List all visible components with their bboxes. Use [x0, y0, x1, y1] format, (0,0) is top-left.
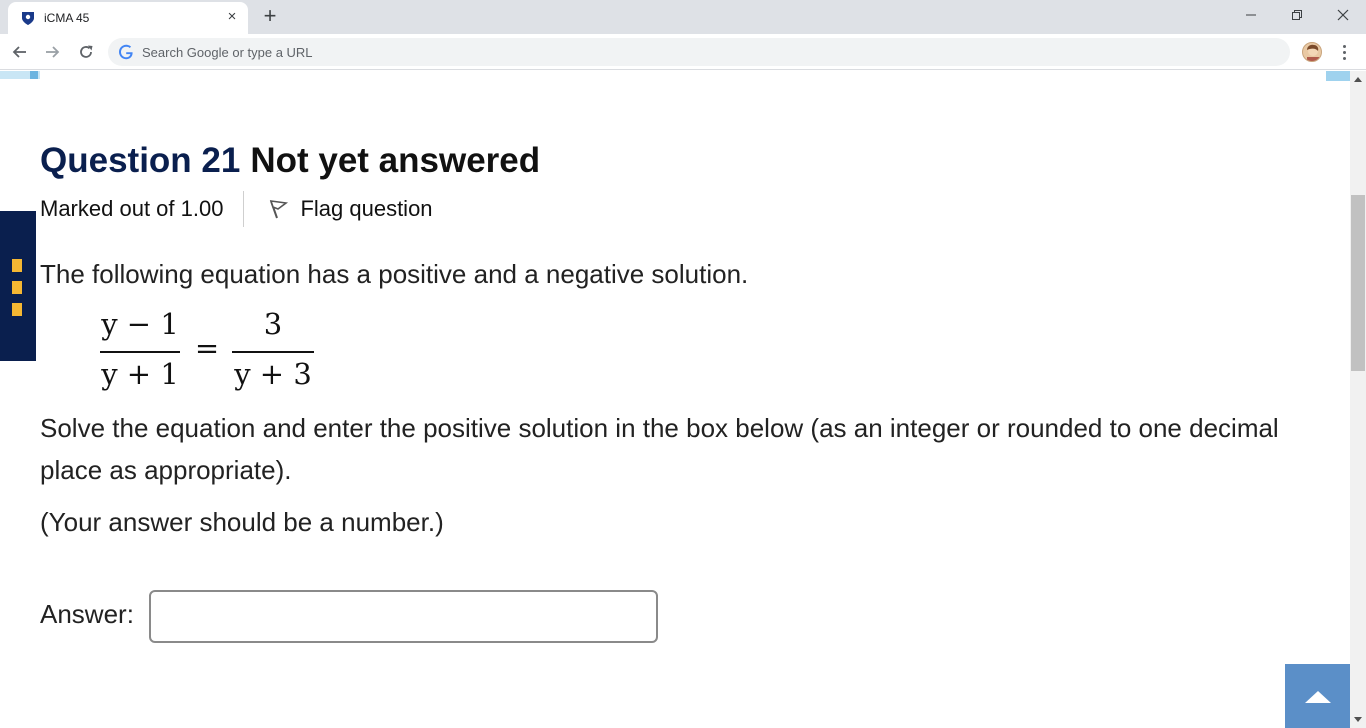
nav-marker-icon — [12, 259, 22, 272]
reload-icon — [80, 45, 93, 58]
question-number: Question 21 — [40, 141, 241, 180]
marked-out-of: Marked out of 1.00 — [40, 196, 224, 221]
forward-button[interactable] — [40, 40, 64, 64]
page-scrollbar[interactable] — [1350, 71, 1366, 728]
browser-tab[interactable]: iCMA 45 × — [8, 2, 248, 34]
question-instruction: Solve the equation and enter the positiv… — [40, 413, 1279, 485]
equals-sign: = — [194, 331, 220, 365]
top-accent-right — [1326, 71, 1350, 81]
chevron-up-icon — [1304, 691, 1331, 703]
left-fraction: y − 1 y + 1 — [100, 307, 180, 397]
address-bar[interactable]: Search Google or type a URL — [108, 38, 1290, 66]
flag-icon[interactable] — [266, 197, 290, 221]
answer-label: Answer: — [40, 599, 134, 629]
forward-arrow-icon — [46, 46, 60, 58]
new-tab-button[interactable]: + — [258, 4, 282, 28]
reload-button[interactable] — [74, 40, 98, 64]
answer-input[interactable] — [149, 590, 658, 643]
meta-divider — [243, 191, 245, 227]
right-denominator: y + 3 — [234, 357, 312, 391]
avatar-face-icon — [1307, 44, 1319, 61]
quiz-navigation-toggle[interactable] — [0, 211, 36, 361]
question-status: Not yet answered — [250, 141, 541, 180]
nav-marker-icon — [12, 303, 22, 316]
left-denominator: y + 1 — [101, 357, 179, 391]
back-arrow-icon — [12, 46, 26, 58]
question-heading: Question 21 Not yet answered — [40, 141, 540, 181]
nav-marker-icon — [12, 281, 22, 294]
question-note: (Your answer should be a number.) — [40, 507, 444, 537]
window-close-icon — [1337, 9, 1349, 21]
fraction-bar — [232, 351, 314, 353]
page-content: Question 21 Not yet answered Marked out o… — [0, 71, 1350, 728]
minimize-icon — [1246, 14, 1256, 16]
scrollbar-thumb[interactable] — [1351, 195, 1365, 371]
question-intro: The following equation has a positive an… — [40, 259, 749, 289]
kebab-menu-icon[interactable] — [1336, 40, 1352, 64]
shield-icon — [22, 12, 34, 25]
flag-question-link[interactable]: Flag question — [300, 196, 432, 222]
omnibox-placeholder: Search Google or type a URL — [142, 45, 313, 60]
window-close-button[interactable] — [1320, 0, 1366, 30]
back-to-top-button[interactable] — [1285, 664, 1350, 728]
fraction-bar — [100, 351, 180, 353]
google-g-icon — [119, 44, 133, 60]
restore-button[interactable] — [1274, 0, 1320, 30]
restore-icon — [1292, 10, 1302, 20]
browser-toolbar: Search Google or type a URL — [0, 34, 1366, 70]
close-tab-icon[interactable]: × — [222, 7, 242, 27]
question-meta: Marked out of 1.00 Flag question — [40, 191, 433, 227]
tab-strip: iCMA 45 × + — [0, 0, 1366, 34]
right-fraction: 3 y + 3 — [232, 307, 314, 397]
left-numerator: y − 1 — [101, 307, 179, 341]
right-numerator: 3 — [263, 307, 283, 341]
tab-title: iCMA 45 — [44, 11, 90, 25]
scroll-up-icon[interactable] — [1350, 71, 1366, 87]
scroll-down-icon[interactable] — [1350, 712, 1366, 728]
top-accent-left — [0, 71, 40, 79]
back-button[interactable] — [8, 40, 32, 64]
profile-avatar[interactable] — [1302, 42, 1322, 62]
minimize-button[interactable] — [1228, 0, 1274, 30]
